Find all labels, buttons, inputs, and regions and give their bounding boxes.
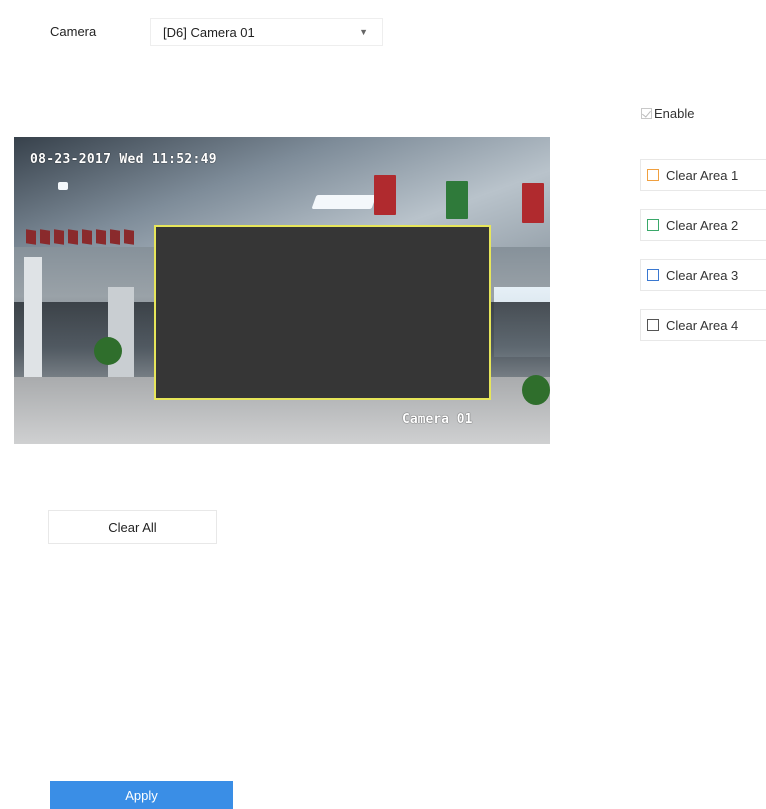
clear-area-4-button[interactable]: Clear Area 4 <box>640 309 766 341</box>
ceiling-light <box>311 195 377 209</box>
banner <box>522 183 544 223</box>
plant <box>522 375 550 405</box>
banner <box>446 181 468 219</box>
ceiling-light <box>58 182 68 190</box>
camera-select[interactable]: [D6] Camera 01 ▼ <box>150 18 383 46</box>
plant <box>94 337 122 365</box>
clear-area-label: Clear Area 1 <box>666 167 739 183</box>
enable-checkbox[interactable]: Enable <box>641 106 694 121</box>
clear-area-label: Clear Area 3 <box>666 267 739 283</box>
color-swatch-icon <box>647 319 659 331</box>
clear-area-2-button[interactable]: Clear Area 2 <box>640 209 766 241</box>
apply-button[interactable]: Apply <box>50 781 233 809</box>
enable-label: Enable <box>654 106 695 121</box>
color-swatch-icon <box>647 169 659 181</box>
chevron-down-icon: ▼ <box>359 27 368 37</box>
banner <box>374 175 396 215</box>
privacy-mask-area[interactable] <box>154 225 491 400</box>
osd-camera-name: Camera 01 <box>402 412 473 427</box>
checkbox-icon[interactable] <box>641 108 652 119</box>
flag-garland <box>26 229 156 260</box>
clear-area-label: Clear Area 4 <box>666 317 739 333</box>
color-swatch-icon <box>647 219 659 231</box>
osd-timestamp: 08-23-2017 Wed 11:52:49 <box>30 152 217 167</box>
camera-label: Camera <box>50 24 97 39</box>
clear-area-label: Clear Area 2 <box>666 217 739 233</box>
camera-select-value: [D6] Camera 01 <box>163 24 255 40</box>
clear-area-1-button[interactable]: Clear Area 1 <box>640 159 766 191</box>
clear-all-button[interactable]: Clear All <box>48 510 217 544</box>
color-swatch-icon <box>647 269 659 281</box>
video-preview[interactable]: 08-23-2017 Wed 11:52:49 Camera 01 <box>14 137 550 444</box>
clear-area-3-button[interactable]: Clear Area 3 <box>640 259 766 291</box>
